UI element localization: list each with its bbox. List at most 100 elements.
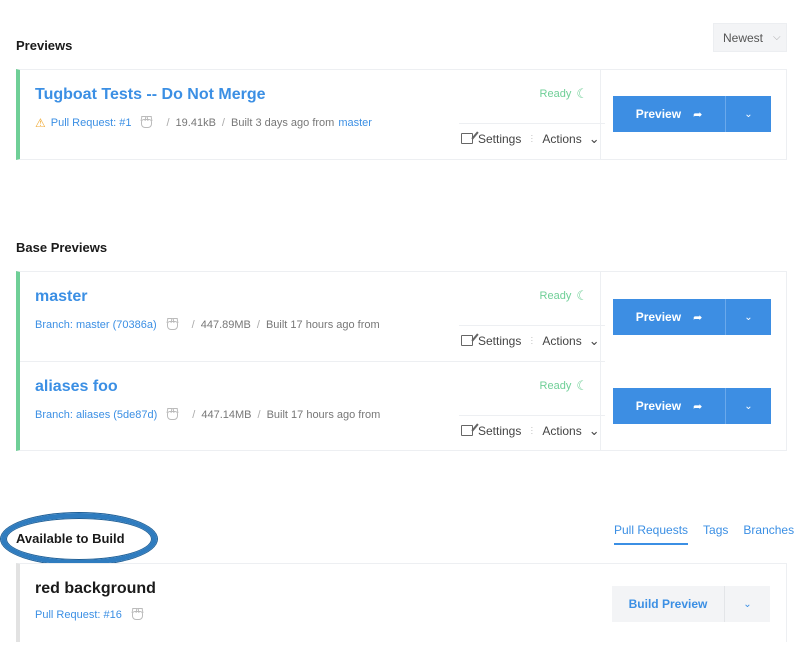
preview-button-group: Preview ➦ ⌄ <box>613 96 771 132</box>
github-icon <box>141 118 153 128</box>
base-preview-row: master Branch: master (70386a) / 447.89M… <box>20 272 605 362</box>
available-button-column: Build Preview ⌄ <box>600 564 786 642</box>
chevron-down-icon: ⌄ <box>744 400 753 412</box>
sort-select[interactable]: Newest ⌵ <box>713 23 787 52</box>
tab-tags[interactable]: Tags <box>703 523 728 545</box>
base-preview-actions-bar: Settings · · · Actions ⌄ <box>459 415 605 445</box>
status-label: Ready <box>539 380 572 392</box>
preview-button-group: Preview ➦ ⌄ <box>613 388 771 424</box>
branch-commit-link[interactable]: Branch: master (70386a) <box>35 319 157 331</box>
preview-title-link[interactable]: Tugboat Tests -- Do Not Merge <box>35 86 266 104</box>
preview-size: 447.89MB <box>200 319 251 331</box>
actions-dropdown[interactable]: Actions ⌄ <box>542 131 599 147</box>
share-icon: ➦ <box>693 311 703 324</box>
separator: / <box>257 409 261 421</box>
preview-built-time: Built 17 hours ago from <box>266 409 381 421</box>
base-previews-card: master Branch: master (70386a) / 447.89M… <box>16 271 787 451</box>
base-preview-row: aliases foo Branch: aliases (5de87d) / 4… <box>20 361 605 450</box>
status-label: Ready <box>539 88 572 100</box>
build-preview-label: Build Preview <box>628 597 708 611</box>
available-card: red background Pull Request: #16 Build P… <box>16 563 787 642</box>
chevron-down-icon: ⌄ <box>744 108 753 120</box>
preview-built-time: Built 17 hours ago from <box>265 319 380 331</box>
base-preview-title-link[interactable]: master <box>35 288 87 306</box>
actions-dropdown[interactable]: Actions ⌄ <box>542 333 599 349</box>
build-dropdown-button[interactable]: ⌄ <box>725 586 770 622</box>
available-title: red background <box>35 580 156 597</box>
settings-label: Settings <box>478 423 522 438</box>
divider: · · · <box>530 130 534 146</box>
separator: / <box>191 319 195 331</box>
pull-request-link[interactable]: Pull Request: #16 <box>35 609 122 621</box>
preview-dropdown-button[interactable]: ⌄ <box>726 388 771 424</box>
preview-button-label: Preview <box>635 310 682 324</box>
chevron-down-icon: ⌄ <box>588 422 600 438</box>
preview-row: Tugboat Tests -- Do Not Merge ⚠ Pull Req… <box>20 70 605 159</box>
divider: · · · <box>530 422 534 438</box>
preview-meta: ⚠ Pull Request: #1 / 19.41kB / Built 3 d… <box>35 116 372 130</box>
status-label: Ready <box>539 290 572 302</box>
share-icon: ➦ <box>693 400 703 413</box>
actions-dropdown[interactable]: Actions ⌄ <box>542 423 599 439</box>
available-tabs: Pull Requests Tags Branches <box>614 523 794 545</box>
base-previews-heading: Base Previews <box>16 240 108 255</box>
preview-button[interactable]: Preview ➦ <box>613 299 726 335</box>
settings-button[interactable]: Settings <box>459 132 521 146</box>
edit-icon <box>461 335 473 346</box>
github-icon <box>131 610 143 620</box>
edit-icon <box>461 133 473 144</box>
share-icon: ➦ <box>693 108 703 121</box>
github-icon <box>166 320 178 330</box>
sort-select-value: Newest <box>723 30 764 45</box>
edit-icon <box>461 425 473 436</box>
preview-button[interactable]: Preview ➦ <box>613 388 726 424</box>
chevron-down-icon: ⌄ <box>743 598 752 610</box>
available-to-build-heading: Available to Build <box>16 531 125 546</box>
settings-button[interactable]: Settings <box>459 334 521 348</box>
separator: / <box>256 319 260 331</box>
status-badge: Ready ☾ <box>540 378 588 394</box>
branch-link[interactable]: master <box>338 117 372 129</box>
preview-actions-bar: Settings · · · Actions ⌄ <box>459 123 605 153</box>
chevron-down-icon: ⌄ <box>744 311 753 323</box>
preview-button-label: Preview <box>635 107 682 121</box>
available-row: red background Pull Request: #16 <box>20 564 605 643</box>
preview-button-group: Preview ➦ ⌄ <box>613 299 771 335</box>
moon-icon: ☾ <box>576 288 588 303</box>
settings-label: Settings <box>478 131 522 146</box>
chevron-down-icon: ⌵ <box>773 32 781 43</box>
tab-branches[interactable]: Branches <box>743 523 794 545</box>
separator: / <box>166 117 170 129</box>
status-badge: Ready ☾ <box>540 86 588 102</box>
available-meta: Pull Request: #16 <box>35 609 151 621</box>
preview-button[interactable]: Preview ➦ <box>613 96 726 132</box>
settings-button[interactable]: Settings <box>459 424 521 438</box>
actions-label: Actions <box>542 131 582 146</box>
build-preview-button[interactable]: Build Preview <box>612 586 725 622</box>
chevron-down-icon: ⌄ <box>588 130 600 146</box>
base-preview-actions-bar: Settings · · · Actions ⌄ <box>459 325 605 355</box>
divider: · · · <box>530 332 534 348</box>
preview-size: 19.41kB <box>175 117 216 129</box>
tab-pull-requests[interactable]: Pull Requests <box>614 523 689 545</box>
separator: / <box>221 117 225 129</box>
branch-commit-link[interactable]: Branch: aliases (5de87d) <box>35 409 157 421</box>
preview-dropdown-button[interactable]: ⌄ <box>726 299 771 335</box>
warning-triangle-icon: ⚠ <box>35 116 46 130</box>
pull-request-link[interactable]: Pull Request: #1 <box>51 117 132 129</box>
preview-built-time: Built 3 days ago from <box>230 117 335 129</box>
base-preview-meta: Branch: aliases (5de87d) / 447.14MB / Bu… <box>35 409 380 421</box>
separator: / <box>192 409 196 421</box>
preview-card: Tugboat Tests -- Do Not Merge ⚠ Pull Req… <box>16 69 787 160</box>
base-preview-title-link[interactable]: aliases foo <box>35 378 118 396</box>
base-preview-meta: Branch: master (70386a) / 447.89MB / Bui… <box>35 319 380 331</box>
settings-label: Settings <box>478 333 522 348</box>
base-preview-button-column: Preview ➦ ⌄ Preview ➦ ⌄ <box>600 272 786 450</box>
preview-button-column: Preview ➦ ⌄ <box>600 70 786 159</box>
status-badge: Ready ☾ <box>540 288 588 304</box>
build-button-group: Build Preview ⌄ <box>612 586 770 622</box>
preview-size: 447.14MB <box>201 409 252 421</box>
preview-dropdown-button[interactable]: ⌄ <box>726 96 771 132</box>
previews-heading: Previews <box>16 38 73 53</box>
actions-label: Actions <box>542 423 582 438</box>
